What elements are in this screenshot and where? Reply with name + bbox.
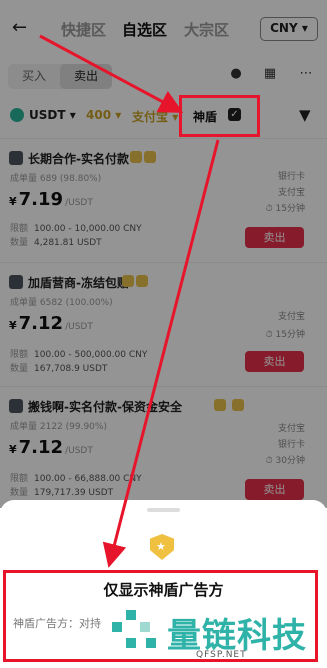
annotation-box-shield-filter: [179, 95, 260, 137]
shield-star-icon: ★: [150, 534, 174, 560]
watermark-logo-icon: [112, 610, 156, 648]
modal-backdrop[interactable]: [0, 0, 327, 508]
watermark-url: QFSP.NET: [196, 650, 247, 660]
app-screen: ← 快捷区 自选区 大宗区 CNY ▾ 买入 卖出 ● ▦ ⋯ USDT ▾ 4…: [0, 0, 327, 668]
sheet-handle[interactable]: [147, 508, 180, 512]
